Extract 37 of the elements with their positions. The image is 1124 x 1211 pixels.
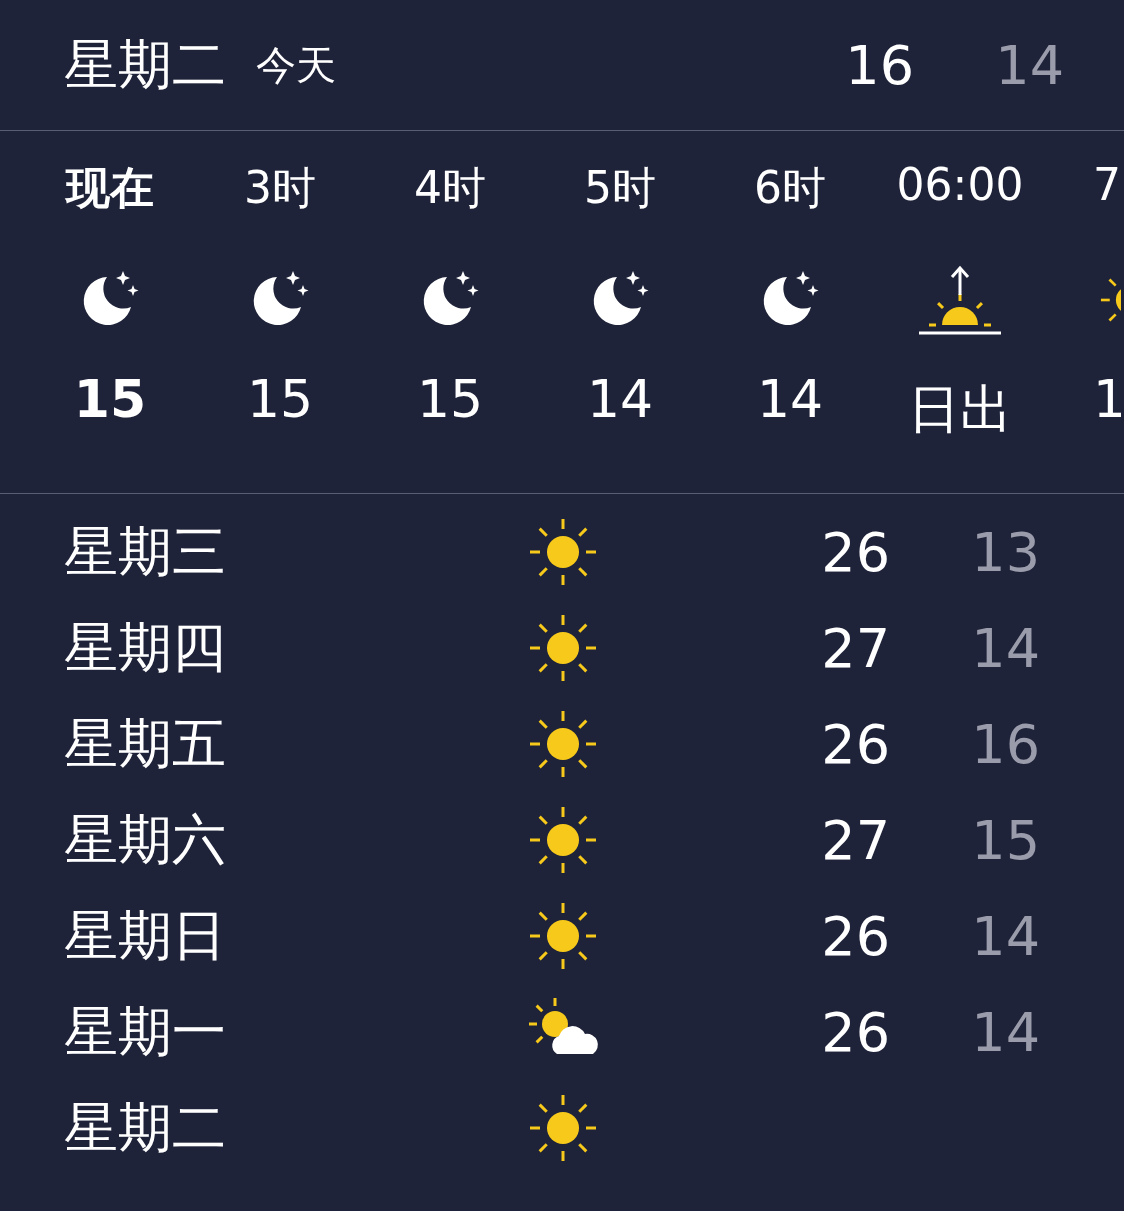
hour-label: 3时 [244,161,316,215]
high-temperature: 27 [820,808,890,872]
high-temperature: 26 [820,712,890,776]
low-temperature: 15 [970,808,1040,872]
hour-label: 6时 [754,161,826,215]
low-temperature: 14 [970,616,1040,680]
temperature: 日出 [908,378,1012,441]
hour-label: 5时 [584,161,656,215]
temperature: 15 [416,369,484,429]
day-name: 星期二 [64,1094,227,1161]
high-temperature: 26 [820,904,890,968]
hour-label: 7 [1093,159,1121,212]
temperature: 14 [586,369,654,429]
day-name: 星期五 [64,710,227,777]
temperature: 14 [756,369,824,429]
low-temperature: 14 [970,1000,1040,1064]
high-temperature: 26 [820,520,890,584]
day-name: 星期日 [64,902,227,969]
high-temperature: 26 [820,1000,890,1064]
low-temperature: 14 [994,33,1064,97]
day-name: 星期六 [64,806,227,873]
day-name: 星期二 [64,31,226,98]
high-temperature: 27 [820,616,890,680]
high-temperature: 16 [844,33,914,97]
hour-label: 现在 [66,161,154,215]
low-temperature: 13 [970,520,1040,584]
hour-label: 4时 [414,161,486,215]
temperature: 15 [73,369,147,429]
hour-label: 06:00 [896,159,1024,212]
temperature: 15 [246,369,314,429]
low-temperature: 14 [970,904,1040,968]
day-name: 星期一 [64,998,227,1065]
today-label: 今天 [256,40,336,90]
low-temperature: 16 [970,712,1040,776]
day-name: 星期四 [64,614,227,681]
day-name: 星期三 [64,518,227,585]
temperature: 1 [1093,369,1121,429]
